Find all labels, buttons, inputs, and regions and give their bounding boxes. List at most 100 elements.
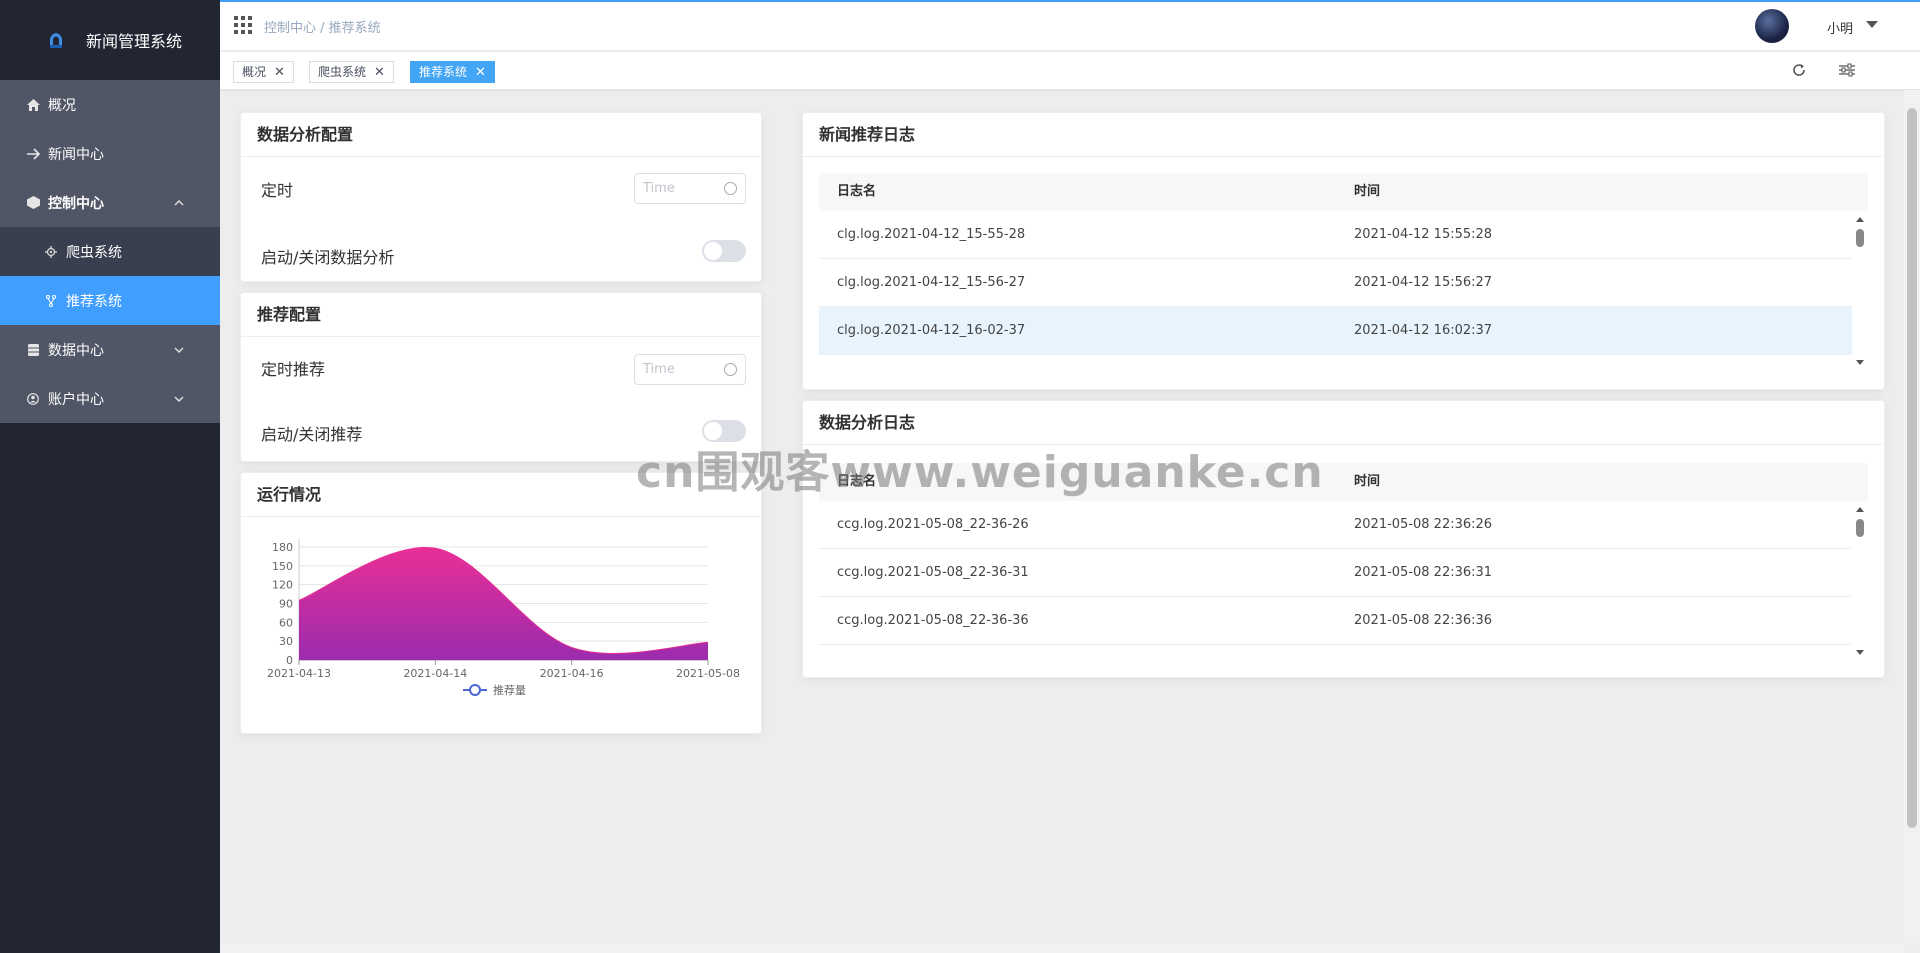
- tab-overview[interactable]: 概况 ✕: [233, 61, 294, 83]
- y-tick-label: 120: [272, 579, 293, 592]
- cell-name: clg.log.2021-04-12_16-02-37: [837, 323, 1026, 338]
- user-icon: [26, 392, 40, 406]
- page-scroll-thumb[interactable]: [1907, 108, 1917, 828]
- x-tick-label: 2021-05-08: [676, 667, 740, 680]
- y-tick-label: 30: [279, 635, 293, 648]
- branch-icon: [44, 294, 58, 308]
- table-row[interactable]: ccg.log.2021-05-08_22-36-31 2021-05-08 22…: [819, 549, 1852, 597]
- table-row[interactable]: clg.log.2021-04-12_15-56-27 2021-04-12 15…: [819, 259, 1852, 307]
- x-tick-label: 2021-04-16: [540, 667, 604, 680]
- scroll-up-arrow-icon[interactable]: [1856, 217, 1864, 222]
- column-header-name[interactable]: 日志名: [837, 173, 876, 211]
- tab-label: 推荐系统: [419, 65, 468, 79]
- table-row[interactable]: clg.log.2021-04-12_15-55-28 2021-04-12 15…: [819, 211, 1852, 259]
- sidebar-menu: 概况 新闻中心 控制中心 爬虫系统 推荐系统 数据中心 账户中心: [0, 80, 220, 423]
- watermark: cn围观客www.weiguanke.cn: [636, 447, 1324, 498]
- chevron-down-icon: [174, 391, 184, 405]
- analysis-time-picker[interactable]: Time: [634, 173, 746, 204]
- sidebar-item-data[interactable]: 数据中心: [0, 325, 220, 374]
- analysis-toggle[interactable]: [702, 240, 746, 262]
- table-row[interactable]: clg.log.2021-04-12_16-02-37 2021-04-12 16…: [819, 307, 1852, 355]
- chevron-up-icon: [174, 195, 184, 209]
- sidebar-item-label: 爬虫系统: [66, 244, 122, 261]
- cell-time: 2021-05-08 22:36:36: [1354, 613, 1493, 628]
- time-placeholder: Time: [643, 181, 675, 196]
- app-title: 新闻管理系统: [86, 32, 183, 51]
- sidebar-item-label: 推荐系统: [66, 293, 122, 310]
- scroll-thumb[interactable]: [1856, 229, 1864, 247]
- sidebar-submenu-control: 爬虫系统 推荐系统: [0, 227, 220, 325]
- sidebar-item-label: 新闻中心: [48, 146, 104, 163]
- cube-icon: [26, 196, 40, 210]
- cell-time: 2021-05-08 22:36:31: [1354, 565, 1493, 580]
- clock-icon: [724, 363, 737, 376]
- legend-label: 推荐量: [493, 683, 526, 697]
- legend-marker: [469, 684, 481, 696]
- cell-time: 2021-04-12 15:55:28: [1354, 227, 1493, 242]
- switch-label: 启动/关闭数据分析: [261, 248, 395, 267]
- recommend-time-picker[interactable]: Time: [634, 354, 746, 385]
- sidebar-item-label: 控制中心: [48, 195, 104, 212]
- table-scrollbar[interactable]: [1852, 501, 1868, 661]
- sidebar-item-crawler[interactable]: 爬虫系统: [0, 227, 220, 276]
- apps-grid-icon[interactable]: [234, 16, 252, 34]
- caret-down-icon[interactable]: [1866, 21, 1878, 28]
- y-tick-label: 150: [272, 560, 293, 573]
- cell-time: 2021-04-12 15:56:27: [1354, 275, 1493, 290]
- home-icon: [26, 98, 40, 112]
- y-tick-label: 0: [286, 654, 293, 667]
- gear-icon: [44, 245, 58, 259]
- sidebar-item-overview[interactable]: 概况: [0, 80, 220, 129]
- news-log-card: 新闻推荐日志 日志名 时间 clg.log.2021-04-12_15-55-2…: [802, 112, 1885, 390]
- table-row[interactable]: ccg.log.2021-05-08_22-36-26 2021-05-08 22…: [819, 501, 1852, 549]
- chevron-down-icon: [174, 342, 184, 356]
- avatar[interactable]: [1755, 9, 1789, 43]
- sidebar-item-control[interactable]: 控制中心: [0, 178, 220, 227]
- card-title: 数据分析配置: [241, 113, 761, 157]
- sidebar: 新闻管理系统 概况 新闻中心 控制中心 爬虫系统 推荐系统 数据中心 账户中心: [0, 0, 220, 953]
- breadcrumb: 控制中心 / 推荐系统: [264, 21, 381, 36]
- table-body[interactable]: clg.log.2021-04-12_15-55-28 2021-04-12 15…: [819, 211, 1868, 371]
- close-icon[interactable]: ✕: [274, 65, 285, 80]
- page-scrollbar[interactable]: [1904, 90, 1920, 943]
- cell-name: clg.log.2021-04-12_15-56-27: [837, 275, 1026, 290]
- table-body[interactable]: ccg.log.2021-05-08_22-36-26 2021-05-08 22…: [819, 501, 1868, 661]
- close-icon[interactable]: ✕: [374, 65, 385, 80]
- arrow-right-icon: [26, 147, 40, 161]
- table-scrollbar[interactable]: [1852, 211, 1868, 371]
- table-row[interactable]: ccg.log.2021-05-08_22-36-36 2021-05-08 22…: [819, 597, 1852, 645]
- cell-time: 2021-04-12 16:02:37: [1354, 323, 1493, 338]
- app-logo[interactable]: 新闻管理系统: [0, 0, 220, 80]
- scroll-down-arrow-icon[interactable]: [1856, 650, 1864, 655]
- y-tick-label: 60: [279, 616, 293, 629]
- scroll-up-arrow-icon[interactable]: [1856, 507, 1864, 512]
- settings-sliders-icon[interactable]: [1839, 62, 1855, 81]
- column-header-time[interactable]: 时间: [1354, 173, 1380, 211]
- sidebar-item-news[interactable]: 新闻中心: [0, 129, 220, 178]
- scroll-thumb[interactable]: [1856, 519, 1864, 537]
- column-header-time[interactable]: 时间: [1354, 463, 1380, 501]
- horizontal-scrollbar[interactable]: [220, 943, 1904, 953]
- refresh-icon[interactable]: [1792, 62, 1806, 81]
- logo-icon: [50, 33, 62, 48]
- toggle-knob: [704, 242, 722, 260]
- scroll-down-arrow-icon[interactable]: [1856, 360, 1864, 365]
- sidebar-item-recommend[interactable]: 推荐系统: [0, 276, 220, 325]
- cell-name: ccg.log.2021-05-08_22-36-26: [837, 517, 1029, 532]
- tags-view-bar: 概况 ✕ 爬虫系统 ✕ 推荐系统 ✕: [220, 52, 1920, 90]
- y-tick-label: 180: [272, 541, 293, 554]
- close-icon[interactable]: ✕: [475, 65, 486, 80]
- timer-label: 定时推荐: [261, 360, 326, 379]
- x-tick-label: 2021-04-14: [403, 667, 467, 680]
- cell-time: 2021-05-08 22:36:26: [1354, 517, 1493, 532]
- tab-label: 概况: [242, 65, 267, 79]
- y-tick-label: 90: [279, 598, 293, 611]
- tab-crawler[interactable]: 爬虫系统 ✕: [309, 61, 394, 83]
- sidebar-item-account[interactable]: 账户中心: [0, 374, 220, 423]
- sidebar-item-label: 数据中心: [48, 342, 104, 359]
- username[interactable]: 小明: [1827, 18, 1853, 37]
- news-log-table: 日志名 时间 clg.log.2021-04-12_15-55-28 2021-0…: [819, 173, 1868, 371]
- cell-name: ccg.log.2021-05-08_22-36-36: [837, 613, 1029, 628]
- card-title: 新闻推荐日志: [803, 113, 1884, 157]
- tab-recommend[interactable]: 推荐系统 ✕: [410, 61, 495, 83]
